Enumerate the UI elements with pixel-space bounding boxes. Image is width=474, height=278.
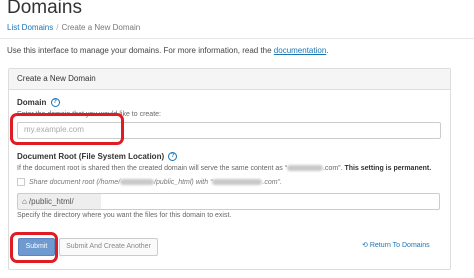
share-docroot-checkbox[interactable] (17, 178, 25, 186)
share-text-c: .com”. (262, 178, 282, 186)
panel-heading: Create a New Domain (9, 69, 450, 90)
circle-arrow-left-icon: ⟲ (362, 242, 368, 249)
intro-end: . (326, 46, 329, 55)
intro-text: Use this interface to manage your domain… (7, 46, 329, 55)
redacted-user (120, 179, 155, 185)
page-title: Domains (7, 0, 82, 18)
redacted-domain (212, 179, 263, 185)
share-text-b: /public_html) with “ (154, 178, 213, 186)
hint-part-a: If the document root is shared then the … (17, 165, 288, 172)
divider (0, 38, 474, 39)
permanent-warning: This setting is permanent. (344, 165, 432, 172)
return-to-domains-text: Return To Domains (369, 242, 430, 249)
document-root-hint: If the document root is shared then the … (17, 165, 431, 172)
document-root-prefix-text: /public_html/ (28, 197, 74, 206)
home-icon: ⌂ (22, 197, 27, 206)
submit-and-create-another-button[interactable]: Submit And Create Another (59, 238, 158, 256)
share-docroot-row: Share document root (/home/ /public_html)… (17, 178, 282, 186)
breadcrumb: List Domains / Create a New Domain (7, 23, 140, 32)
help-icon[interactable]: ? (168, 152, 178, 162)
document-root-help: Specify the directory where you want the… (17, 212, 232, 219)
document-root-input-group: ⌂/public_html/ (17, 193, 440, 210)
return-to-domains-link[interactable]: ⟲ Return To Domains (362, 241, 430, 249)
breadcrumb-link-list-domains[interactable]: List Domains (7, 23, 53, 32)
hint-part-b: .com”. (323, 165, 345, 172)
redacted-domain (287, 165, 324, 172)
breadcrumb-separator: / (56, 23, 59, 32)
document-root-label-text: Document Root (File System Location) (17, 152, 165, 161)
domain-label: Domain ? (17, 98, 60, 108)
documentation-link[interactable]: documentation (274, 46, 326, 55)
intro-sentence: Use this interface to manage your domain… (7, 46, 274, 55)
annotation-circle-submit (10, 232, 58, 263)
share-text-a: Share document root (/home/ (29, 178, 121, 186)
document-root-label: Document Root (File System Location) ? (17, 152, 178, 162)
help-icon[interactable]: ? (50, 98, 60, 108)
domain-label-text: Domain (17, 98, 47, 107)
document-root-input[interactable] (101, 193, 440, 210)
annotation-circle-domain-input (10, 113, 124, 145)
breadcrumb-current: Create a New Domain (61, 23, 141, 32)
document-root-prefix: ⌂/public_html/ (17, 193, 102, 210)
